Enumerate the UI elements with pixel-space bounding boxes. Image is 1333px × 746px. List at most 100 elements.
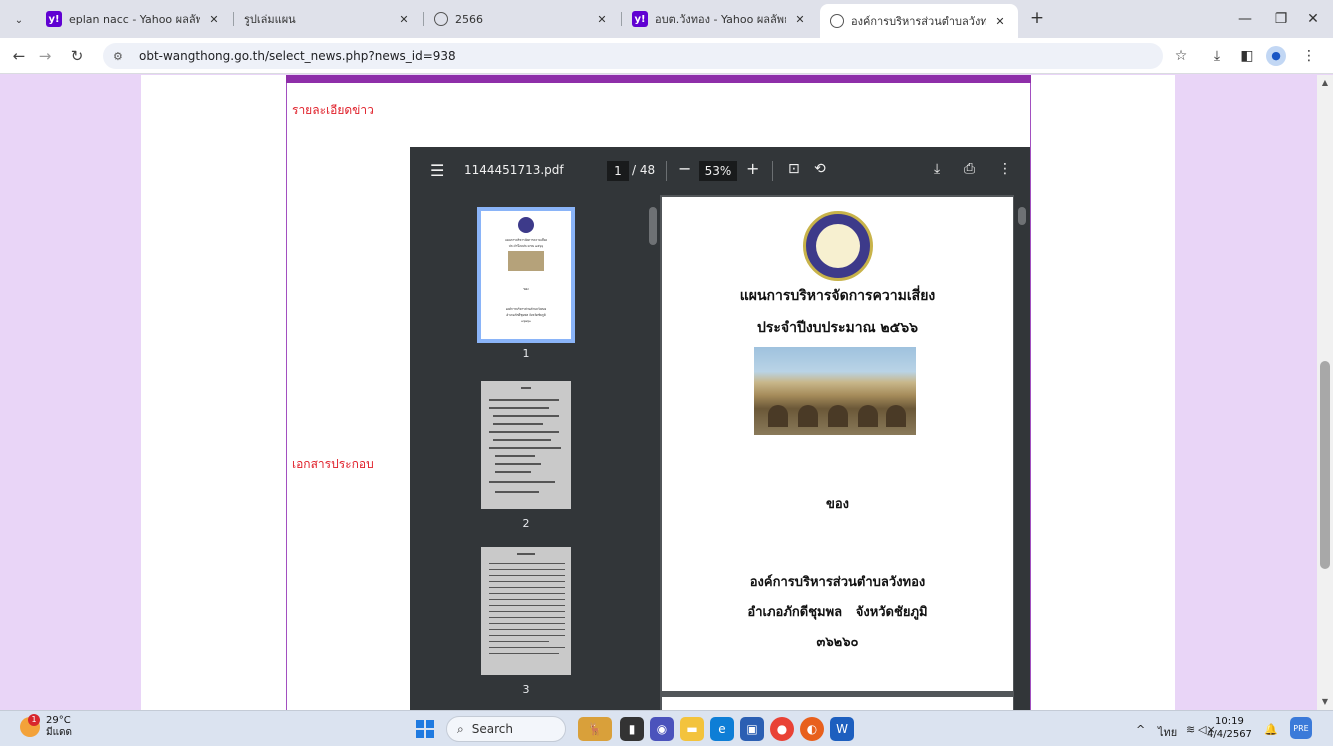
windows-start-icon[interactable] bbox=[416, 720, 434, 738]
doc-of-label: ของ bbox=[825, 497, 850, 512]
search-icon: ⌕ bbox=[457, 721, 464, 736]
tab-wangthong-search[interactable]: y! อบต.วังทอง - Yahoo ผลลัพธ์การค้น ✕ bbox=[622, 4, 818, 34]
hamburger-menu-icon[interactable]: ☰ bbox=[430, 161, 444, 180]
more-options-icon[interactable]: ⋮ bbox=[998, 161, 1012, 177]
language-indicator[interactable]: ไทย bbox=[1158, 723, 1177, 741]
show-hidden-icons-chevron-icon[interactable]: ^ bbox=[1136, 723, 1145, 736]
pdf-filename: 1144451713.pdf bbox=[464, 163, 564, 177]
new-tab-button[interactable]: + bbox=[1026, 8, 1048, 30]
thumbnail-page-3[interactable]: 3 bbox=[478, 547, 574, 696]
close-icon[interactable]: ✕ bbox=[992, 15, 1008, 28]
toolbar-divider bbox=[772, 161, 773, 181]
tab-title: องค์การบริหารส่วนตำบลวังทอง อำเภ bbox=[851, 15, 986, 28]
chrome-browser-icon[interactable]: ● bbox=[770, 717, 794, 741]
task-view-icon[interactable]: ▮ bbox=[620, 717, 644, 741]
attachment-label: เอกสารประกอบ bbox=[292, 457, 374, 471]
thumbnail-sidebar: แผนการบริหารจัดการความเสี่ยง ประจำปีงบปร… bbox=[410, 195, 646, 710]
word-app-icon[interactable]: W bbox=[830, 717, 854, 741]
doc-title-line1: แผนการบริหารจัดการความเสี่ยง bbox=[739, 288, 936, 304]
thumbnail-number: 1 bbox=[522, 347, 530, 360]
zoom-input[interactable]: 53% bbox=[699, 161, 737, 181]
clock-date: 4/4/2567 bbox=[1207, 729, 1252, 740]
thumbnail-scrollbar[interactable] bbox=[646, 195, 660, 710]
header-bar bbox=[286, 75, 1031, 83]
close-icon[interactable]: ✕ bbox=[594, 13, 610, 26]
search-placeholder: Search bbox=[471, 722, 513, 736]
url-text: obt-wangthong.go.th/select_news.php?news… bbox=[139, 49, 456, 63]
browser-toolbar: ← → ↻ ⚙ obt-wangthong.go.th/select_news.… bbox=[0, 38, 1333, 74]
copilot-icon[interactable]: PRE bbox=[1290, 717, 1312, 739]
thumb-text: ๓๖๒๖๐ bbox=[521, 319, 531, 323]
tab-plan-book[interactable]: ● รูปเล่มแผน ✕ bbox=[234, 4, 422, 34]
close-icon[interactable]: ✕ bbox=[792, 13, 808, 26]
pdf-page-view[interactable]: แผนการบริหารจัดการความเสี่ยง ประจำปีงบปร… bbox=[660, 195, 1030, 710]
file-explorer-icon[interactable]: ▬ bbox=[680, 717, 704, 741]
page-scrollbar[interactable]: ▲ ▼ bbox=[1317, 75, 1333, 710]
edge-browser-icon[interactable]: e bbox=[710, 717, 734, 741]
thumbnail-number: 3 bbox=[522, 683, 530, 696]
weather-temp: 29°C bbox=[46, 715, 71, 726]
download-icon[interactable]: ⤓ bbox=[1206, 46, 1228, 66]
print-icon[interactable]: ⎙ bbox=[964, 161, 975, 177]
page-number-input[interactable]: 1 bbox=[607, 161, 629, 181]
fit-page-icon[interactable]: ⊡ bbox=[788, 161, 800, 177]
web-page: รายละเอียดข่าว เอกสารประกอบ ☰ 1144451713… bbox=[0, 75, 1333, 710]
forward-button[interactable]: → bbox=[34, 45, 56, 67]
tab-title: 2566 bbox=[455, 12, 483, 26]
wifi-icon[interactable]: ≋ bbox=[1186, 723, 1195, 736]
scroll-thumb[interactable] bbox=[1320, 361, 1330, 569]
minimize-button[interactable]: — bbox=[1230, 8, 1260, 30]
tab-wangthong-org[interactable]: องค์การบริหารส่วนตำบลวังทอง อำเภ ✕ bbox=[820, 4, 1018, 38]
side-panel-icon[interactable]: ◧ bbox=[1236, 46, 1258, 66]
news-detail-label: รายละเอียดข่าว bbox=[292, 103, 374, 117]
close-icon[interactable]: ✕ bbox=[396, 13, 412, 26]
site-info-icon[interactable]: ⚙ bbox=[113, 50, 131, 63]
scroll-down-arrow-icon[interactable]: ▼ bbox=[1317, 697, 1333, 706]
menu-kebab-icon[interactable]: ⋮ bbox=[1298, 46, 1320, 66]
chat-icon[interactable]: ◉ bbox=[650, 717, 674, 741]
profile-avatar-icon[interactable]: ● bbox=[1266, 46, 1286, 66]
organization-seal-logo bbox=[803, 211, 873, 281]
tab-title: อบต.วังทอง - Yahoo ผลลัพธ์การค้น bbox=[655, 13, 786, 26]
windows-taskbar: 1 29°C มีแดด ⌕ Search 🦌 ▮ ◉ ▬ e ▣ ● ◐ W … bbox=[0, 710, 1333, 746]
weather-desc: มีแดด bbox=[46, 727, 73, 738]
system-clock[interactable]: 10:19 4/4/2567 bbox=[1207, 715, 1252, 741]
doc-title-line2: ประจำปีงบประมาณ ๒๕๖๖ bbox=[756, 320, 919, 336]
pdf-toolbar: ☰ 1144451713.pdf 1 / 48 − 53% + ⊡ ⟲ ⤓ ⎙ … bbox=[410, 147, 1030, 195]
address-bar[interactable]: ⚙ obt-wangthong.go.th/select_news.php?ne… bbox=[103, 43, 1163, 69]
download-icon[interactable]: ⤓ bbox=[934, 161, 940, 177]
weather-widget[interactable]: 1 29°C มีแดด bbox=[20, 714, 73, 739]
notification-badge: 1 bbox=[28, 714, 40, 726]
zoom-in-button[interactable]: + bbox=[746, 159, 759, 178]
back-button[interactable]: ← bbox=[8, 45, 30, 67]
thumbnail-page-2[interactable]: 2 bbox=[478, 381, 574, 530]
clock-time: 10:19 bbox=[1215, 716, 1244, 727]
tab-search-chevron-icon[interactable]: ⌄ bbox=[8, 9, 30, 31]
rotate-icon[interactable]: ⟲ bbox=[814, 161, 826, 177]
scroll-up-arrow-icon[interactable]: ▲ bbox=[1317, 78, 1333, 87]
bookmark-star-icon[interactable]: ☆ bbox=[1170, 46, 1192, 66]
page-total: / 48 bbox=[632, 163, 656, 177]
thumb-text: อำเภอภักดีชุมพล จังหวัดชัยภูมิ bbox=[506, 313, 546, 317]
tab-title: eplan nacc - Yahoo ผลลัพธ์การค้… bbox=[69, 13, 200, 26]
store-icon[interactable]: ▣ bbox=[740, 717, 764, 741]
tab-title: รูปเล่มแผน bbox=[244, 13, 296, 26]
tab-2566[interactable]: 2566 ✕ bbox=[424, 4, 620, 34]
reload-button[interactable]: ↻ bbox=[66, 45, 88, 67]
doc-org-name: องค์การบริหารส่วนตำบลวังทอง bbox=[749, 575, 926, 590]
restore-button[interactable]: ❐ bbox=[1266, 8, 1296, 30]
thumbnail-page-1[interactable]: แผนการบริหารจัดการความเสี่ยง ประจำปีงบปร… bbox=[477, 207, 575, 360]
toolbar-divider bbox=[666, 161, 667, 181]
thumbnail-image bbox=[481, 381, 571, 509]
pdf-viewer[interactable]: ☰ 1144451713.pdf 1 / 48 − 53% + ⊡ ⟲ ⤓ ⎙ … bbox=[410, 147, 1030, 710]
zoom-out-button[interactable]: − bbox=[678, 159, 691, 178]
taskbar-search[interactable]: ⌕ Search bbox=[446, 716, 566, 742]
firefox-browser-icon[interactable]: ◐ bbox=[800, 717, 824, 741]
close-window-button[interactable]: ✕ bbox=[1298, 8, 1328, 30]
notification-bell-icon[interactable]: 🔔 bbox=[1264, 723, 1278, 736]
yahoo-icon: y! bbox=[632, 11, 648, 27]
close-icon[interactable]: ✕ bbox=[206, 13, 222, 26]
pdf-page-scrollbar[interactable] bbox=[1014, 195, 1030, 710]
tab-eplan-nacc[interactable]: y! eplan nacc - Yahoo ผลลัพธ์การค้… ✕ bbox=[36, 4, 232, 34]
taskbar-app-widget-icon[interactable]: 🦌 bbox=[578, 717, 612, 741]
